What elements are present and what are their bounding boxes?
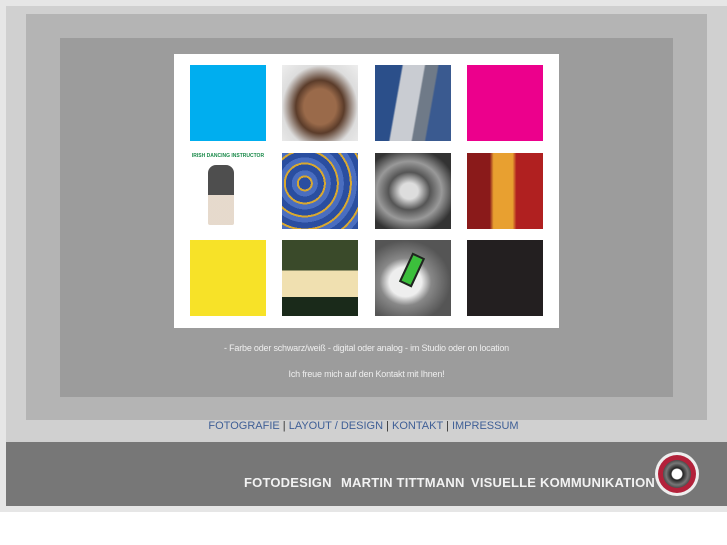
brand-name: MARTIN TITTMANN — [341, 475, 465, 490]
nav-impressum[interactable]: IMPRESSUM — [452, 420, 519, 432]
tile-skyscraper[interactable] — [375, 65, 451, 141]
brand-fotodesign: FOTODESIGN — [244, 475, 332, 490]
nav-separator: | — [446, 420, 449, 432]
caption-contact: Ich freue mich auf den Kontakt mit Ihnen… — [288, 369, 445, 379]
nav-kontakt[interactable]: KONTAKT — [392, 420, 443, 432]
nav-layout-design[interactable]: LAYOUT / DESIGN — [289, 420, 383, 432]
main-nav: FOTOGRAFIE | LAYOUT / DESIGN | KONTAKT |… — [0, 420, 727, 432]
tile-blue-gold-texture[interactable] — [282, 153, 358, 229]
tile-beer[interactable] — [467, 153, 543, 229]
tile-magenta[interactable] — [467, 65, 543, 141]
footer-bar — [6, 442, 727, 506]
poster-title: IRISH DANCING INSTRUCTOR — [191, 153, 265, 159]
caption-services: - Farbe oder schwarz/weiß - digital oder… — [224, 343, 509, 353]
tile-sculpture[interactable] — [282, 65, 358, 141]
tile-ring[interactable] — [375, 240, 451, 316]
camera-lens-icon — [655, 452, 699, 496]
tile-yellow[interactable] — [190, 240, 266, 316]
tile-black[interactable] — [467, 240, 543, 316]
nav-separator: | — [386, 420, 389, 432]
nav-fotografie[interactable]: FOTOGRAFIE — [208, 420, 279, 432]
tile-irish-dancing-poster[interactable]: IRISH DANCING INSTRUCTOR — [190, 153, 266, 229]
nav-separator: | — [282, 420, 286, 432]
tile-rock-bw[interactable] — [375, 153, 451, 229]
tile-storefront-night[interactable] — [282, 240, 358, 316]
brand-tagline: VISUELLE KOMMUNIKATION — [471, 475, 655, 490]
tile-cyan[interactable] — [190, 65, 266, 141]
